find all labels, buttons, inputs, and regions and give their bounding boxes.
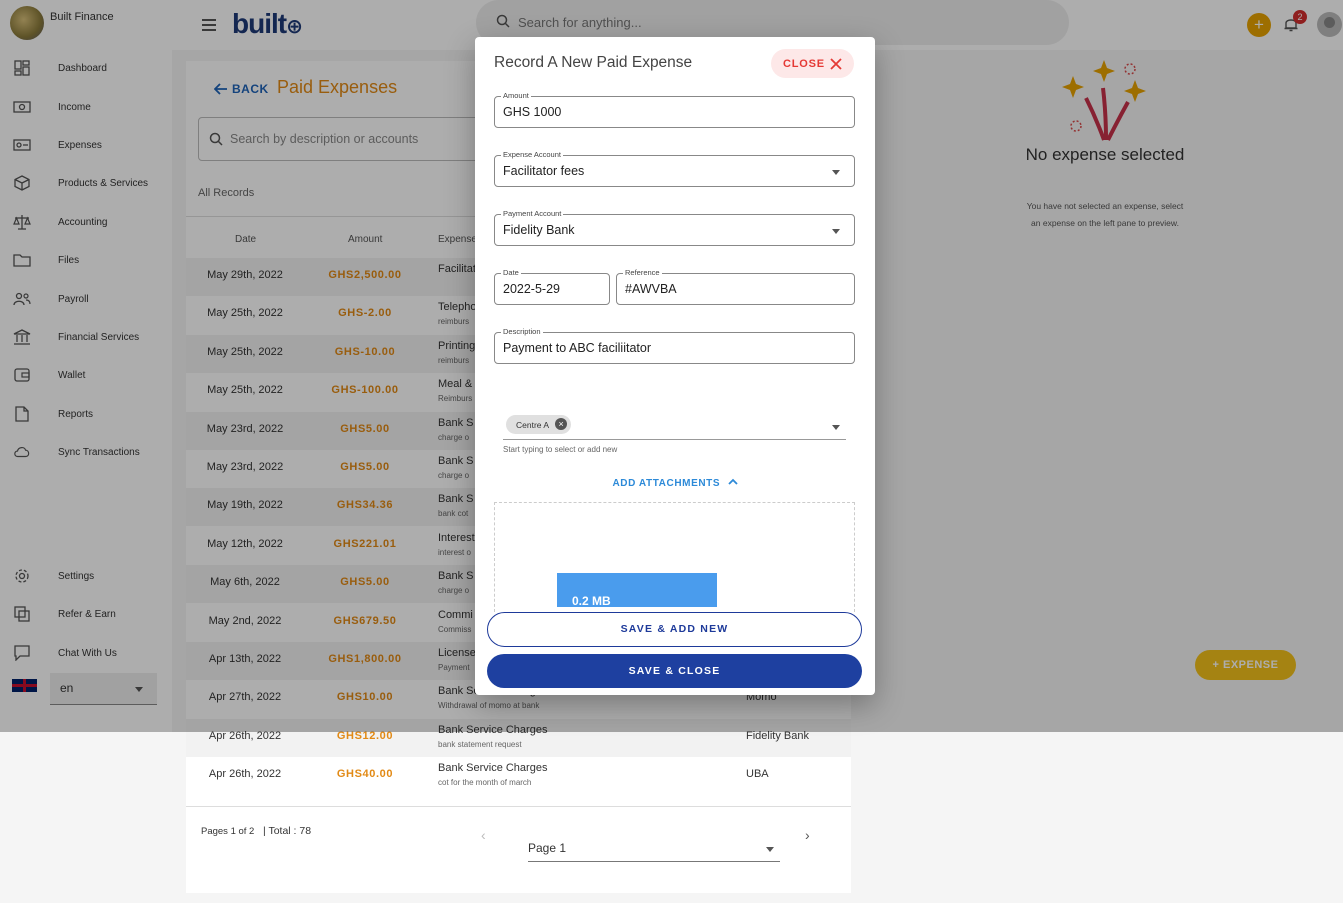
- file-size: 0.2 MB: [572, 594, 611, 608]
- chevron-down-icon: [766, 847, 774, 852]
- field-value: #AWVBA: [625, 282, 677, 296]
- table-row[interactable]: Apr 26th, 2022 GHS40.00 Bank Service Charg…: [186, 757, 851, 795]
- attachment-file[interactable]: 0.2 MB: [557, 573, 717, 608]
- pages-text: Pages 1 of 2: [201, 826, 255, 837]
- reference-field[interactable]: Reference #AWVBA: [616, 268, 855, 305]
- page-select-value: Page 1: [528, 841, 567, 855]
- close-label: CLOSE: [783, 57, 825, 70]
- chevron-up-icon: [727, 478, 738, 485]
- chevron-down-icon: [832, 229, 840, 234]
- field-value: GHS 1000: [503, 105, 562, 119]
- tag-chip[interactable]: Centre A ×: [506, 415, 572, 434]
- chevron-down-icon: [832, 170, 840, 175]
- field-value: 2022-5-29: [503, 282, 560, 296]
- field-label: Date: [501, 268, 521, 278]
- chevron-down-icon: [832, 425, 840, 430]
- page-select[interactable]: Page 1: [528, 834, 780, 862]
- row-amount: GHS40.00: [336, 768, 394, 781]
- dialog-title: Record A New Paid Expense: [494, 54, 693, 71]
- save-and-add-new-button[interactable]: SAVE & ADD NEW: [487, 612, 862, 647]
- attachment-dropzone[interactable]: 0.2 MB: [494, 502, 855, 612]
- pagination-bar: Pages 1 of 2 | Total : 78 ‹ Page 1 ›: [186, 806, 851, 893]
- field-label: Payment Account: [501, 209, 564, 219]
- row-description: Bank Service Charges: [438, 762, 548, 775]
- date-field[interactable]: Date 2022-5-29: [494, 268, 610, 305]
- close-icon: [830, 57, 842, 70]
- description-field[interactable]: Description Payment to ABC faciliitator: [494, 327, 855, 364]
- field-label: Reference: [623, 268, 662, 278]
- chevron-right-icon[interactable]: ›: [805, 827, 810, 843]
- row-memo: bank statement request: [438, 739, 522, 749]
- attachments-label: ADD ATTACHMENTS: [612, 478, 721, 489]
- payment-account-select[interactable]: Payment Account Fidelity Bank: [494, 209, 855, 246]
- total-text: | Total : 78: [263, 825, 312, 837]
- close-button[interactable]: CLOSE: [771, 49, 854, 78]
- tag-select[interactable]: Centre A ×: [503, 415, 846, 440]
- field-value: Facilitator fees: [503, 164, 585, 178]
- field-value: Payment to ABC faciliitator: [503, 341, 651, 355]
- row-account: UBA: [746, 768, 769, 781]
- row-memo: cot for the month of march: [438, 778, 532, 788]
- add-attachments-toggle[interactable]: ADD ATTACHMENTS: [475, 478, 875, 489]
- record-expense-dialog: Record A New Paid Expense CLOSE Amount G…: [475, 37, 875, 695]
- expense-account-select[interactable]: Expense Account Facilitator fees: [494, 150, 855, 187]
- remove-tag-icon[interactable]: ×: [555, 418, 568, 430]
- field-label: Amount: [501, 91, 531, 101]
- tag-helper-text: Start typing to select or add new: [503, 445, 618, 454]
- save-and-close-button[interactable]: SAVE & CLOSE: [487, 654, 862, 688]
- chevron-left-icon[interactable]: ‹: [481, 827, 486, 843]
- field-label: Description: [501, 327, 543, 337]
- row-date: Apr 26th, 2022: [208, 768, 282, 781]
- amount-field[interactable]: Amount GHS 1000: [494, 91, 855, 128]
- tag-chip-label: Centre A: [516, 420, 550, 430]
- field-value: Fidelity Bank: [503, 223, 575, 237]
- field-label: Expense Account: [501, 150, 563, 160]
